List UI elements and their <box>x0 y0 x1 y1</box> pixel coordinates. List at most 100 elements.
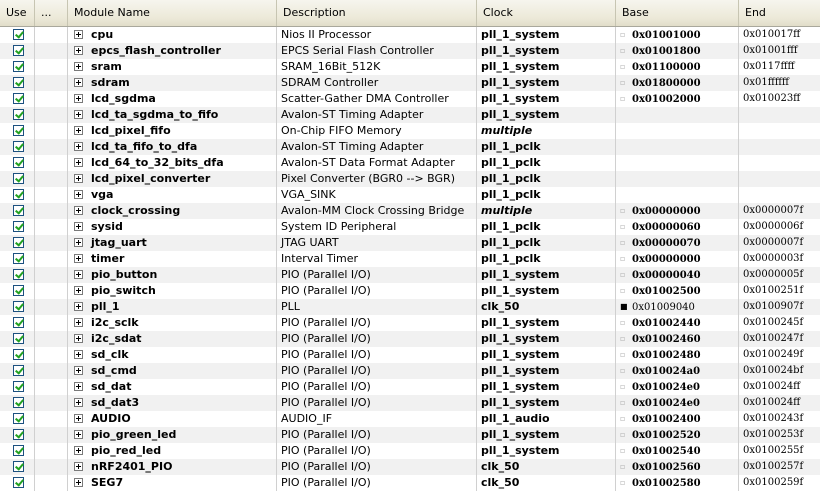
unlocked-icon[interactable]: ▫ <box>620 379 632 395</box>
base-cell[interactable]: ▫ 0x01002460 <box>616 331 739 347</box>
clock-cell[interactable]: pll_1_system <box>477 43 616 59</box>
table-row[interactable]: AUDIO AUDIO_IF pll_1_audio ▫ 0x01002400 0x010… <box>0 411 820 427</box>
unlocked-icon[interactable]: ▫ <box>620 91 632 107</box>
expand-plus-icon[interactable] <box>74 302 83 311</box>
clock-cell[interactable]: multiple <box>477 123 616 139</box>
clock-cell[interactable]: pll_1_audio <box>477 411 616 427</box>
clock-cell[interactable]: pll_1_system <box>477 379 616 395</box>
expand-plus-icon[interactable] <box>74 382 83 391</box>
base-cell[interactable]: ▫ 0x010024a0 <box>616 363 739 379</box>
table-row[interactable]: sd_cmd PIO (Parallel I/O) pll_1_system ▫ 0x0… <box>0 363 820 379</box>
table-row[interactable]: sd_dat PIO (Parallel I/O) pll_1_system ▫ 0x0… <box>0 379 820 395</box>
column-header-description[interactable]: Description <box>277 0 477 26</box>
base-cell[interactable] <box>616 107 739 123</box>
checkbox-checked-icon[interactable] <box>13 317 24 328</box>
expand-plus-icon[interactable] <box>74 334 83 343</box>
lock-icon[interactable]: ■ <box>620 299 632 315</box>
table-row[interactable]: pll_1 PLL clk_50 ■ 0x01009040 0x0100907f <box>0 299 820 315</box>
base-cell[interactable]: ■ 0x01009040 <box>616 299 739 315</box>
module-name-cell[interactable]: pio_red_led <box>68 443 277 459</box>
unlocked-icon[interactable]: ▫ <box>620 203 632 219</box>
module-name-cell[interactable]: sd_dat <box>68 379 277 395</box>
clock-cell[interactable]: pll_1_system <box>477 283 616 299</box>
expand-plus-icon[interactable] <box>74 238 83 247</box>
module-name-cell[interactable]: AUDIO <box>68 411 277 427</box>
clock-cell[interactable]: pll_1_system <box>477 59 616 75</box>
expand-plus-icon[interactable] <box>74 206 83 215</box>
table-row[interactable]: i2c_sclk PIO (Parallel I/O) pll_1_system ▫ 0… <box>0 315 820 331</box>
module-name-cell[interactable]: i2c_sdat <box>68 331 277 347</box>
module-name-cell[interactable]: timer <box>68 251 277 267</box>
unlocked-icon[interactable]: ▫ <box>620 475 632 491</box>
base-cell[interactable]: ▫ 0x00000000 <box>616 203 739 219</box>
table-row[interactable]: sysid System ID Peripheral pll_1_pclk ▫ 0x00… <box>0 219 820 235</box>
module-name-cell[interactable]: lcd_pixel_converter <box>68 171 277 187</box>
expand-plus-icon[interactable] <box>74 30 83 39</box>
table-row[interactable]: lcd_ta_fifo_to_dfa Avalon-ST Timing Adapt… <box>0 139 820 155</box>
module-name-cell[interactable]: i2c_sclk <box>68 315 277 331</box>
module-name-cell[interactable]: sd_clk <box>68 347 277 363</box>
checkbox-checked-icon[interactable] <box>13 93 24 104</box>
expand-plus-icon[interactable] <box>74 78 83 87</box>
table-row[interactable]: clock_crossing Avalon-MM Clock Crossing B… <box>0 203 820 219</box>
expand-plus-icon[interactable] <box>74 286 83 295</box>
clock-cell[interactable]: clk_50 <box>477 299 616 315</box>
module-name-cell[interactable]: clock_crossing <box>68 203 277 219</box>
checkbox-checked-icon[interactable] <box>13 45 24 56</box>
table-row[interactable]: lcd_sgdma Scatter-Gather DMA Controller pl… <box>0 91 820 107</box>
expand-plus-icon[interactable] <box>74 398 83 407</box>
checkbox-checked-icon[interactable] <box>13 253 24 264</box>
table-row[interactable]: epcs_flash_controller EPCS Serial Flash C… <box>0 43 820 59</box>
clock-cell[interactable]: pll_1_system <box>477 75 616 91</box>
table-row[interactable]: pio_green_led PIO (Parallel I/O) pll_1_sys… <box>0 427 820 443</box>
clock-cell[interactable]: pll_1_system <box>477 363 616 379</box>
base-cell[interactable]: ▫ 0x01002400 <box>616 411 739 427</box>
module-name-cell[interactable]: lcd_ta_sgdma_to_fifo <box>68 107 277 123</box>
table-row[interactable]: nRF2401_PIO PIO (Parallel I/O) clk_50 ▫ 0x01… <box>0 459 820 475</box>
checkbox-checked-icon[interactable] <box>13 445 24 456</box>
expand-plus-icon[interactable] <box>74 94 83 103</box>
clock-cell[interactable]: pll_1_system <box>477 331 616 347</box>
checkbox-checked-icon[interactable] <box>13 429 24 440</box>
checkbox-checked-icon[interactable] <box>13 301 24 312</box>
checkbox-checked-icon[interactable] <box>13 109 24 120</box>
module-name-cell[interactable]: pio_green_led <box>68 427 277 443</box>
table-row[interactable]: lcd_ta_sgdma_to_fifo Avalon-ST Timing Ada… <box>0 107 820 123</box>
base-cell[interactable]: ▫ 0x01002560 <box>616 459 739 475</box>
module-name-cell[interactable]: jtag_uart <box>68 235 277 251</box>
checkbox-checked-icon[interactable] <box>13 349 24 360</box>
module-name-cell[interactable]: pll_1 <box>68 299 277 315</box>
unlocked-icon[interactable]: ▫ <box>620 75 632 91</box>
base-cell[interactable]: ▫ 0x00000060 <box>616 219 739 235</box>
base-cell[interactable]: ▫ 0x00000000 <box>616 251 739 267</box>
expand-plus-icon[interactable] <box>74 430 83 439</box>
expand-plus-icon[interactable] <box>74 110 83 119</box>
table-row[interactable]: sram SRAM_16Bit_512K pll_1_system ▫ 0x011000… <box>0 59 820 75</box>
column-header-dots[interactable]: ... <box>35 0 68 26</box>
checkbox-checked-icon[interactable] <box>13 29 24 40</box>
expand-plus-icon[interactable] <box>74 222 83 231</box>
clock-cell[interactable]: pll_1_system <box>477 107 616 123</box>
module-name-cell[interactable]: sdram <box>68 75 277 91</box>
column-header-module-name[interactable]: Module Name <box>68 0 277 26</box>
base-cell[interactable] <box>616 139 739 155</box>
checkbox-checked-icon[interactable] <box>13 125 24 136</box>
module-name-cell[interactable]: pio_switch <box>68 283 277 299</box>
clock-cell[interactable]: pll_1_pclk <box>477 187 616 203</box>
checkbox-checked-icon[interactable] <box>13 413 24 424</box>
unlocked-icon[interactable]: ▫ <box>620 443 632 459</box>
expand-plus-icon[interactable] <box>74 478 83 487</box>
clock-cell[interactable]: pll_1_system <box>477 427 616 443</box>
unlocked-icon[interactable]: ▫ <box>620 459 632 475</box>
unlocked-icon[interactable]: ▫ <box>620 315 632 331</box>
unlocked-icon[interactable]: ▫ <box>620 395 632 411</box>
checkbox-checked-icon[interactable] <box>13 205 24 216</box>
clock-cell[interactable]: pll_1_system <box>477 315 616 331</box>
base-cell[interactable]: ▫ 0x01001000 <box>616 27 739 43</box>
clock-cell[interactable]: pll_1_pclk <box>477 251 616 267</box>
module-name-cell[interactable]: sd_cmd <box>68 363 277 379</box>
unlocked-icon[interactable]: ▫ <box>620 411 632 427</box>
unlocked-icon[interactable]: ▫ <box>620 219 632 235</box>
table-row[interactable]: lcd_64_to_32_bits_dfa Avalon-ST Data Form… <box>0 155 820 171</box>
expand-plus-icon[interactable] <box>74 414 83 423</box>
